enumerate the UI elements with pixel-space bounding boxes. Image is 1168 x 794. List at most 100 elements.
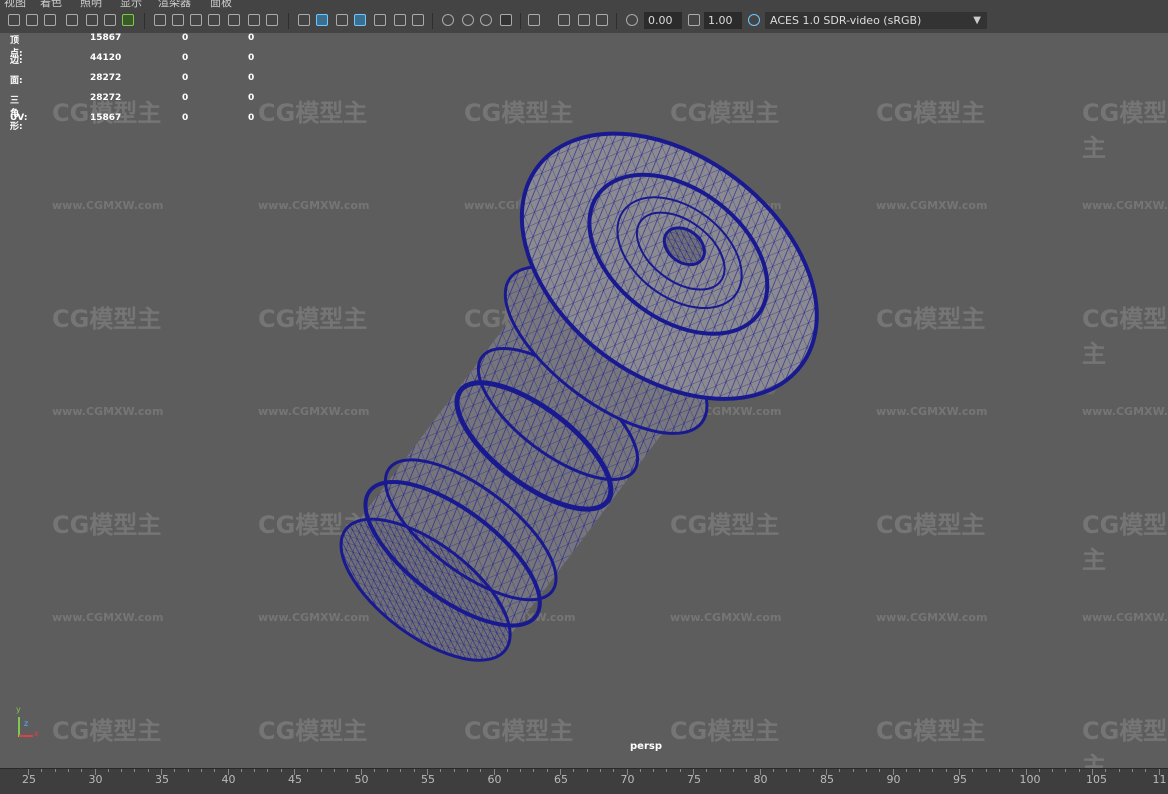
timeline-tick-label: 105	[1086, 773, 1107, 786]
timeline-tick	[985, 769, 987, 772]
timeline-tick-label: 80	[753, 773, 768, 786]
timeline-tick-label: 55	[421, 773, 435, 786]
menu-renderer[interactable]: 渲染器	[158, 0, 191, 9]
hud-selected: 0	[182, 93, 189, 103]
exposure-icon[interactable]	[626, 14, 638, 26]
timeline-tick	[879, 769, 881, 772]
motion-blur-icon[interactable]	[462, 14, 474, 26]
timeline-tick	[560, 769, 561, 775]
ambient-occlusion-icon[interactable]	[442, 14, 454, 26]
xray-joints-icon[interactable]	[578, 14, 590, 26]
timeline-tick	[732, 769, 734, 772]
menu-shading[interactable]: 着色	[40, 0, 62, 9]
hud-selected-2: 0	[248, 93, 255, 103]
timeline-tick	[480, 769, 482, 772]
timeline-tick	[240, 769, 242, 772]
timeline-tick	[693, 769, 694, 775]
film-gate-icon[interactable]	[172, 14, 184, 26]
resolution-gate-icon[interactable]	[190, 14, 202, 26]
safe-title-icon[interactable]	[266, 14, 278, 26]
panel-toolbar: 0.00 1.00 ACES 1.0 SDR-video (sRGB) ▼	[0, 9, 1168, 34]
lights-icon[interactable]	[394, 14, 406, 26]
timeline-tick	[200, 769, 202, 772]
gamma-input[interactable]: 1.00	[704, 12, 742, 29]
xray-active-icon[interactable]	[596, 14, 608, 26]
axis-x-label: x	[34, 729, 39, 738]
timeline-tick	[533, 769, 535, 772]
timeline-tick-label: 45	[288, 773, 302, 786]
timeline-tick	[466, 769, 468, 772]
timeline-tick	[400, 769, 402, 772]
camera-attributes-icon[interactable]	[26, 14, 38, 26]
timeline-tick	[28, 769, 29, 775]
bookmark-icon[interactable]	[44, 14, 56, 26]
timeline-tick	[1145, 769, 1147, 772]
hud-selected-2: 0	[248, 113, 255, 123]
gamma-icon[interactable]	[688, 14, 700, 26]
timeline-tick	[493, 769, 495, 775]
timeline-tick	[1012, 769, 1014, 772]
view-transform-icon[interactable]	[748, 14, 760, 26]
timeline-tick	[546, 769, 548, 772]
exposure-input[interactable]: 0.00	[644, 12, 682, 29]
hud-selected: 0	[182, 73, 189, 83]
safe-action-icon[interactable]	[248, 14, 260, 26]
timeline-tick	[94, 769, 96, 775]
timeline-tick	[254, 769, 256, 772]
isolate-select-icon[interactable]	[528, 14, 540, 26]
hud-total: 44120	[90, 53, 122, 63]
anti-aliasing-icon[interactable]	[480, 14, 492, 26]
persp-viewport[interactable]: CG模型主 www.CGMXW.com CG模型主 www.CGMXW.com CG模型…	[0, 33, 1168, 768]
timeline-tick	[892, 769, 894, 775]
model-shaded	[339, 131, 819, 662]
menu-panels[interactable]: 面板	[210, 0, 232, 9]
timeline-tick	[294, 769, 295, 775]
xray-icon[interactable]	[558, 14, 570, 26]
two-d-pan-icon[interactable]	[86, 14, 98, 26]
timeline-tick	[134, 769, 136, 772]
hud-selected-2: 0	[248, 73, 255, 83]
menu-lighting[interactable]: 照明	[80, 0, 102, 9]
axis-z-label: z	[24, 719, 29, 728]
timeline-tick	[919, 769, 921, 772]
textured-icon[interactable]	[374, 14, 386, 26]
timeline-tick	[427, 769, 428, 775]
wireframe-on-shaded-icon[interactable]	[354, 14, 366, 26]
dropdown-arrow-icon: ▼	[973, 15, 981, 26]
wireframe-icon[interactable]	[298, 14, 310, 26]
default-material-icon[interactable]	[336, 14, 348, 26]
camera-select-icon[interactable]	[8, 14, 20, 26]
grease-pencil-icon[interactable]	[104, 14, 116, 26]
shadows-icon[interactable]	[412, 14, 424, 26]
time-slider[interactable]: 25 30 35 40 45 50 55 60 65 70 75 80 85 90 95 100 105 11	[0, 768, 1168, 794]
timeline-tick	[440, 769, 442, 772]
timeline-tick-label: 40	[221, 773, 236, 786]
timeline-tick	[786, 769, 788, 772]
timeline-tick	[453, 769, 455, 772]
menu-show[interactable]: 显示	[120, 0, 142, 9]
timeline-tick	[839, 769, 841, 772]
grid-icon[interactable]	[154, 14, 166, 26]
timeline-tick	[959, 769, 960, 775]
menu-view[interactable]: 视图	[4, 0, 26, 9]
menu-bar: 视图 着色 照明 显示 渲染器 面板	[0, 0, 1168, 9]
timeline-tick	[81, 769, 83, 772]
paint-icon[interactable]	[122, 14, 134, 26]
timeline-tick-label: 50	[354, 773, 369, 786]
timeline-tick	[174, 769, 176, 772]
timeline-tick	[932, 769, 934, 772]
gate-mask-icon[interactable]	[208, 14, 220, 26]
hud-label: UV:	[10, 113, 28, 123]
hud-label: 边:	[10, 56, 23, 66]
smooth-shade-icon[interactable]	[316, 14, 328, 26]
timeline-tick-label: 75	[687, 773, 701, 786]
depth-of-field-icon[interactable]	[500, 14, 512, 26]
timeline-tick-label: 60	[487, 773, 502, 786]
field-chart-icon[interactable]	[228, 14, 240, 26]
image-plane-icon[interactable]	[66, 14, 78, 26]
color-space-select[interactable]: ACES 1.0 SDR-video (sRGB) ▼	[765, 12, 987, 29]
timeline-tick-label: 65	[554, 773, 568, 786]
timeline-tick	[307, 769, 309, 772]
camera-label: persp	[630, 741, 662, 752]
hud-selected-2: 0	[248, 33, 255, 43]
